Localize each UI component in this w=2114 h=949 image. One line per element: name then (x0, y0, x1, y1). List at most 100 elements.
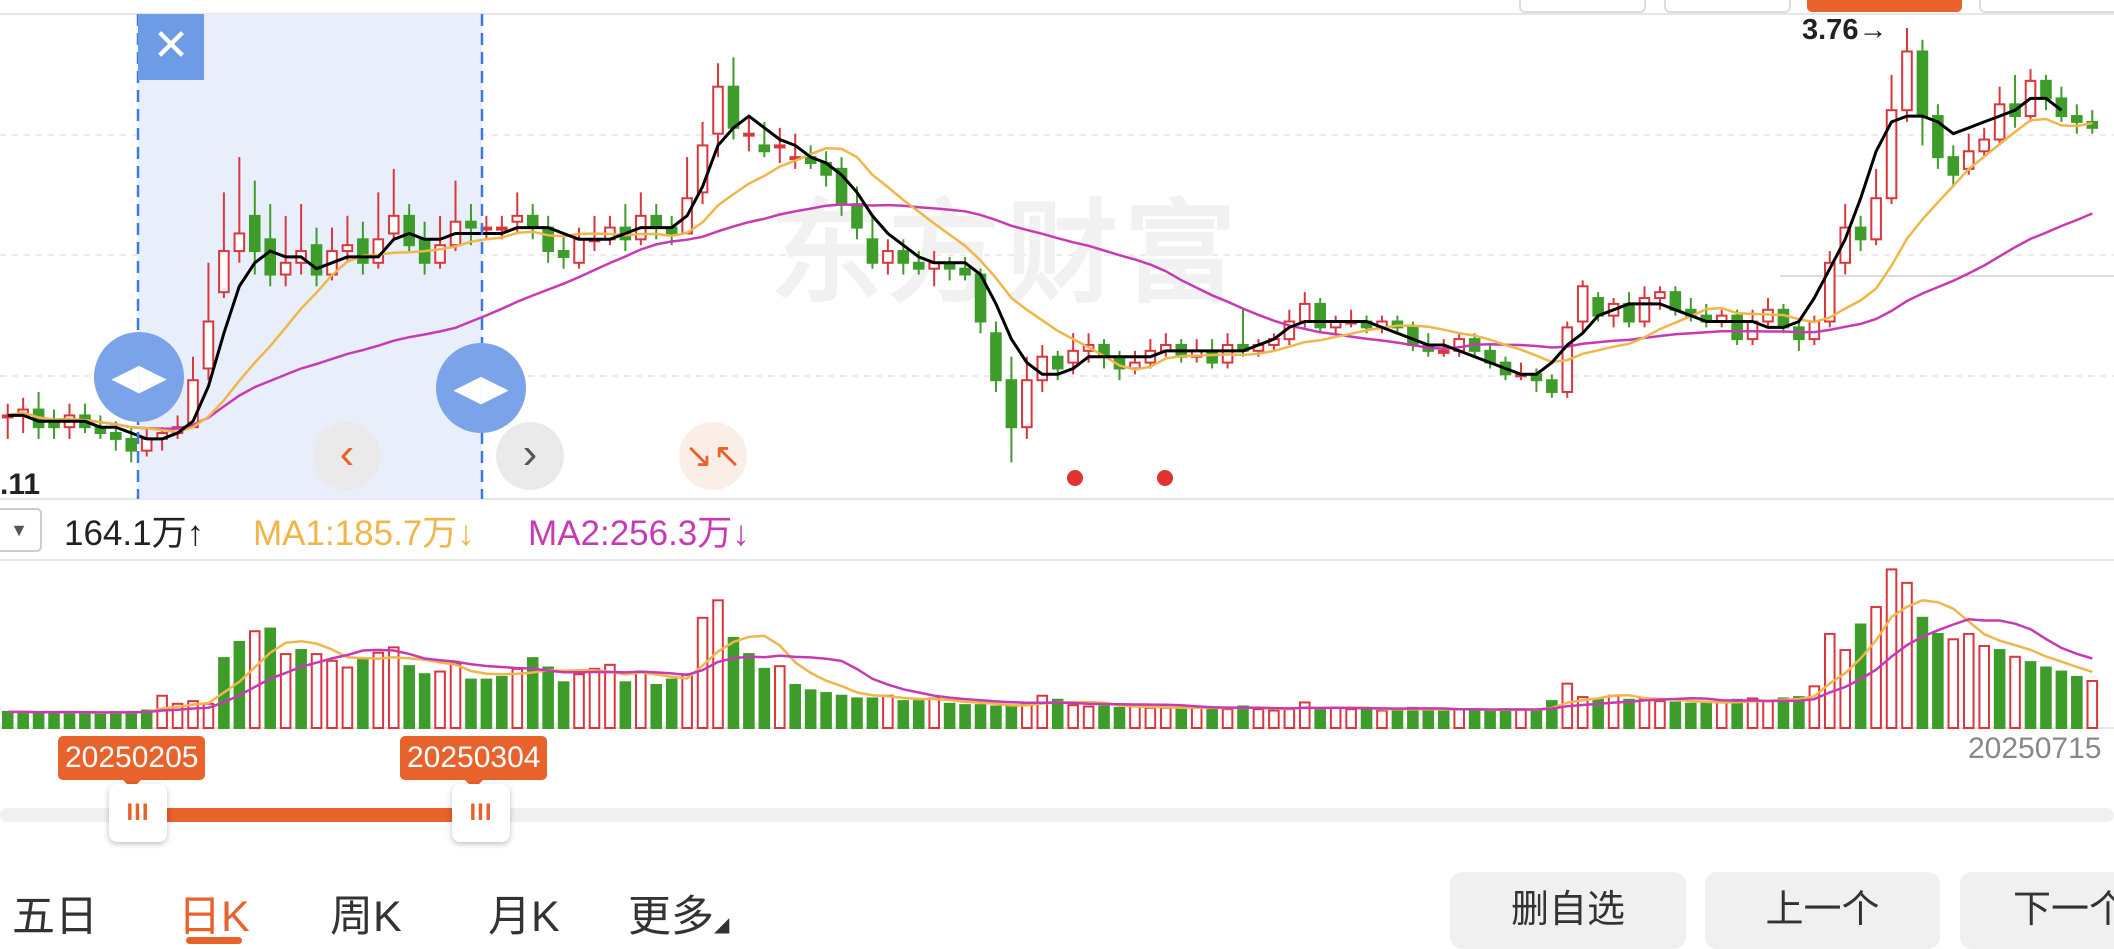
volume-bar (1947, 638, 1960, 730)
close-selection-button[interactable]: ✕ (138, 14, 204, 80)
volume-bar (650, 683, 663, 730)
candle-body (1870, 197, 1882, 241)
volume-bar (79, 712, 91, 730)
active-tab-underline (186, 937, 242, 944)
volume-bar (449, 662, 462, 729)
previous-stock-button[interactable]: 上一个 (1705, 872, 1940, 949)
scroll-track[interactable] (0, 808, 2114, 822)
candle-body (912, 261, 925, 270)
volume-bar (418, 673, 431, 729)
candle-body (496, 226, 508, 231)
volume-bar (1499, 708, 1512, 730)
tab-weekly-k[interactable]: 周K (330, 882, 402, 944)
volume-bar (403, 665, 415, 730)
volume-bar (1021, 702, 1033, 729)
prev-arrow-icon[interactable]: ‹ (313, 422, 381, 490)
candle-body (218, 250, 230, 294)
candle-body (1854, 226, 1867, 241)
candle-body (1206, 349, 1218, 364)
range-start-handle[interactable]: III (109, 784, 167, 842)
volume-bar (1453, 708, 1465, 730)
volume-bar (1885, 568, 1898, 730)
volume-bar (1, 710, 14, 730)
candle (1885, 74, 1898, 205)
tab-five-day[interactable]: 五日 (12, 882, 98, 944)
candle (2055, 86, 2068, 122)
candle-body (1576, 285, 1589, 323)
candle (1916, 39, 1929, 146)
candle-body (279, 261, 292, 276)
volume-bar (1376, 709, 1388, 730)
volume-bar (851, 697, 863, 730)
kline-chart[interactable]: 东方财富 (0, 0, 2114, 949)
candle (1715, 309, 1728, 328)
selection-start-grip[interactable]: ◀▶ (94, 332, 184, 422)
candle-body (851, 203, 863, 229)
candle (1314, 298, 1327, 334)
tab-more[interactable]: 更多◢ (628, 882, 729, 944)
collapse-icon[interactable]: ↘↖ (679, 422, 747, 490)
volume-bar (573, 673, 585, 729)
candle-body (1021, 379, 1033, 429)
candle-body (526, 214, 539, 229)
volume-bar (357, 657, 369, 729)
volume-bar (727, 636, 740, 730)
volume-bar (1700, 702, 1713, 729)
candle-body (650, 214, 663, 229)
volume-bar (434, 670, 446, 729)
candle-body (897, 250, 910, 264)
candle (1515, 362, 1527, 381)
volume-bar (1190, 705, 1203, 729)
candle (1700, 303, 1713, 328)
volume-bar (773, 665, 786, 730)
volume-bar (1098, 705, 1110, 729)
volume-bar (110, 710, 122, 730)
remove-watchlist-button[interactable]: 删自选 (1450, 872, 1686, 949)
volume-bar (17, 710, 29, 730)
candle-body (233, 232, 246, 253)
candle-body (264, 238, 277, 276)
candle-body (2040, 79, 2052, 100)
min-price-label: .11 (0, 468, 41, 501)
candle-body (140, 437, 153, 452)
candle-body (202, 320, 215, 370)
candle-body (882, 250, 894, 264)
volume-bar (588, 667, 601, 730)
volume-bar (1206, 706, 1218, 730)
volume-bar (619, 681, 632, 730)
tab-daily-k[interactable]: 日K (178, 882, 250, 944)
event-dot[interactable] (1067, 470, 1083, 486)
event-dot[interactable] (1157, 470, 1173, 486)
candle (79, 403, 91, 434)
selection-end-grip[interactable]: ◀▶ (436, 343, 526, 433)
candle-body (1947, 156, 1960, 176)
volume-bar (279, 653, 292, 730)
volume-bar (974, 704, 987, 729)
candle-body (110, 432, 122, 440)
candle-body (1546, 379, 1558, 393)
volume-bar (1468, 708, 1481, 730)
range-end-handle[interactable]: III (452, 784, 510, 842)
candle-body (1314, 302, 1327, 329)
candle (526, 204, 539, 240)
volume-bar (1530, 709, 1543, 730)
candle-body (1654, 291, 1666, 300)
volume-bar (387, 646, 400, 729)
next-arrow-icon[interactable]: › (496, 422, 564, 490)
volume-bar (1777, 697, 1790, 730)
volume-bar (248, 630, 261, 729)
candle (1947, 145, 1960, 187)
volume-dropdown-button[interactable]: ▼ (0, 508, 42, 552)
candle-body (403, 214, 415, 247)
volume-bar (1237, 705, 1249, 729)
volume-bar (2009, 655, 2021, 730)
volume-bar (959, 704, 971, 729)
candle (1731, 309, 1743, 345)
volume-bar (1252, 708, 1265, 730)
candle-body (1808, 320, 1821, 341)
volume-bar (1160, 706, 1172, 730)
volume-bar (866, 697, 879, 730)
next-stock-button[interactable]: 下一个 (1960, 872, 2114, 949)
candle-body (1005, 379, 1018, 429)
tab-monthly-k[interactable]: 月K (488, 882, 560, 944)
